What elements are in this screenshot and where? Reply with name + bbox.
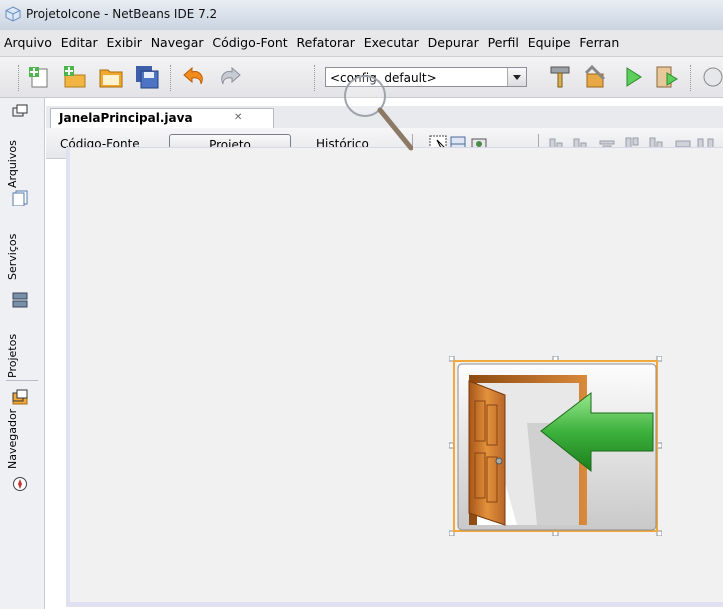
menu-refatorar[interactable]: Refatorar xyxy=(297,30,355,56)
window-title: ProjetoIcone - NetBeans IDE 7.2 xyxy=(26,7,218,21)
menu-depurar[interactable]: Depurar xyxy=(428,30,479,56)
canvas-border xyxy=(66,602,723,607)
side-tab-navegador[interactable]: Navegador xyxy=(0,403,44,503)
menu-codigo-fonte[interactable]: Código-Font xyxy=(212,30,287,56)
side-tab-label: Navegador xyxy=(6,408,19,469)
menu-perfil[interactable]: Perfil xyxy=(488,30,519,56)
new-project-icon[interactable] xyxy=(62,64,88,90)
close-icon[interactable]: ✕ xyxy=(234,112,242,123)
build-icon[interactable] xyxy=(582,64,608,90)
files-icon xyxy=(12,190,28,206)
window-titlebar: ProjetoIcone - NetBeans IDE 7.2 xyxy=(0,0,723,30)
services-icon xyxy=(12,292,28,308)
netbeans-cube-icon xyxy=(5,6,21,22)
side-panel-divider xyxy=(6,380,38,381)
clean-build-icon[interactable] xyxy=(547,64,573,90)
side-tab-label: Serviços xyxy=(6,233,19,280)
side-tab-label: Projetos xyxy=(6,333,19,378)
menu-arquivo[interactable]: Arquivo xyxy=(4,30,52,56)
restore-window-icon[interactable] xyxy=(12,389,28,403)
open-project-icon[interactable] xyxy=(98,64,124,90)
magnifier-icon xyxy=(344,75,413,151)
run-icon[interactable] xyxy=(620,64,646,90)
restore-window-icon[interactable] xyxy=(12,104,28,118)
side-tab-label: Arquivos xyxy=(6,140,19,188)
menu-exibir[interactable]: Exibir xyxy=(107,30,142,56)
menu-bar: Arquivo Editar Exibir Navegar Código-Fon… xyxy=(0,30,723,57)
toolbar-separator xyxy=(690,65,692,91)
toolbar-separator xyxy=(170,65,172,91)
chevron-down-icon[interactable] xyxy=(507,68,526,86)
undo-icon[interactable] xyxy=(181,64,207,90)
menu-navegar[interactable]: Navegar xyxy=(151,30,204,56)
exit-door-arrow-icon xyxy=(457,363,657,531)
side-tab-servicos[interactable]: Serviços xyxy=(0,216,44,316)
profile-icon[interactable] xyxy=(700,64,723,90)
menu-equipe[interactable]: Equipe xyxy=(528,30,571,56)
file-tab-label: JanelaPrincipal.java xyxy=(59,111,193,125)
redo-icon[interactable] xyxy=(217,64,243,90)
file-tab-janelaprincipal[interactable]: JanelaPrincipal.java ✕ xyxy=(50,108,274,128)
debug-icon[interactable] xyxy=(654,64,680,90)
side-tab-arquivos[interactable]: Arquivos xyxy=(0,126,44,216)
toolbar-separator xyxy=(18,65,20,91)
menu-editar[interactable]: Editar xyxy=(61,30,98,56)
menu-ferramentas[interactable]: Ferran xyxy=(579,30,619,56)
compass-icon xyxy=(13,477,27,491)
side-panel-bar: Arquivos Serviços Projetos Navegador xyxy=(0,98,45,609)
menu-executar[interactable]: Executar xyxy=(364,30,419,56)
toolbar-separator xyxy=(314,65,316,91)
new-file-icon[interactable] xyxy=(26,64,52,90)
save-all-icon[interactable] xyxy=(134,64,160,90)
